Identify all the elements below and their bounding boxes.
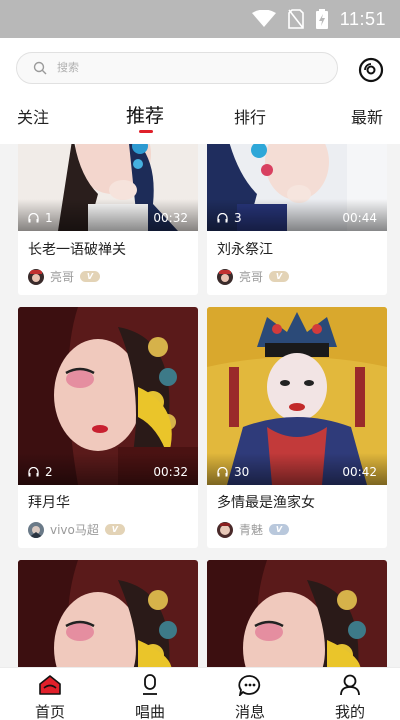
header: 搜索 关注 推荐 排行 最新 — [0, 38, 400, 144]
author-name: 青魅 — [239, 523, 264, 537]
video-title: 刘永祭江 — [217, 242, 273, 258]
duration: 00:44 — [342, 211, 377, 225]
video-card[interactable]: 3 00:44 刘永祭江 亮哥 V — [207, 144, 387, 295]
video-card[interactable]: 1 00:32 长老一语破禅关 亮哥 V — [18, 144, 198, 295]
search-icon — [33, 61, 47, 75]
headphones-icon — [217, 213, 228, 223]
avatar — [217, 521, 233, 538]
duration: 00:42 — [342, 465, 377, 479]
duration: 00:32 — [153, 211, 188, 225]
author-name: 亮哥 — [50, 270, 75, 284]
author-row: 亮哥 V — [217, 268, 290, 285]
nav-messages-label: 消息 — [234, 703, 265, 720]
headphones-icon — [28, 213, 39, 223]
headphones-icon — [217, 467, 228, 477]
video-thumbnail: 1 00:32 — [18, 144, 198, 231]
author-row: 青魅 V — [217, 521, 290, 538]
status-time: 11:51 — [339, 8, 386, 29]
nav-profile[interactable]: 我的 — [300, 668, 400, 720]
play-count: 3 — [234, 211, 242, 225]
video-title: 长老一语破禅关 — [28, 242, 126, 258]
author-name: vivo马超 — [50, 523, 99, 537]
active-tab-indicator — [139, 130, 153, 133]
bottom-nav: 首页 唱曲 消息 我的 — [0, 667, 400, 720]
tab-ranking[interactable]: 排行 — [234, 104, 266, 128]
microphone-icon — [143, 674, 157, 695]
tab-follow[interactable]: 关注 — [17, 104, 49, 128]
tab-recommend[interactable]: 推荐 — [126, 101, 164, 128]
verified-badge: V — [269, 271, 290, 282]
user-icon — [340, 674, 360, 696]
no-sim-icon — [287, 9, 304, 29]
nav-messages[interactable]: 消息 — [200, 668, 300, 720]
chat-bubble-icon — [238, 675, 261, 696]
home-icon — [39, 675, 61, 695]
video-thumbnail — [207, 560, 387, 667]
play-count: 1 — [45, 211, 53, 225]
tab-latest[interactable]: 最新 — [351, 104, 383, 128]
duration: 00:32 — [153, 465, 188, 479]
play-count: 2 — [45, 465, 53, 479]
nav-sing[interactable]: 唱曲 — [100, 668, 200, 720]
wifi-icon — [251, 10, 276, 27]
nav-home[interactable]: 首页 — [0, 668, 100, 720]
author-row: vivo马超 V — [28, 521, 125, 538]
verified-badge: V — [80, 271, 101, 282]
avatar — [217, 268, 233, 285]
video-card[interactable]: 30 00:42 多情最是渔家女 青魅 V — [207, 307, 387, 548]
record-disc-icon[interactable] — [358, 57, 384, 83]
verified-badge: V — [104, 524, 125, 535]
play-count: 30 — [234, 465, 250, 479]
headphones-icon — [28, 467, 39, 477]
video-thumbnail: 30 00:42 — [207, 307, 387, 485]
avatar — [28, 268, 44, 285]
search-placeholder: 搜索 — [57, 61, 79, 74]
author-name: 亮哥 — [239, 270, 264, 284]
video-card[interactable] — [18, 560, 198, 667]
tab-bar: 关注 推荐 排行 最新 — [0, 96, 400, 140]
author-row: 亮哥 V — [28, 268, 101, 285]
video-grid: 1 00:32 长老一语破禅关 亮哥 V 3 00:44 刘永祭江 亮哥 V 2… — [0, 144, 400, 667]
video-thumbnail: 2 00:32 — [18, 307, 198, 485]
search-input[interactable]: 搜索 — [16, 52, 338, 84]
video-thumbnail: 3 00:44 — [207, 144, 387, 231]
video-card[interactable] — [207, 560, 387, 667]
video-card[interactable]: 2 00:32 拜月华 vivo马超 V — [18, 307, 198, 548]
avatar — [28, 521, 44, 538]
video-title: 多情最是渔家女 — [217, 495, 315, 511]
status-bar: 11:51 — [0, 0, 400, 38]
nav-home-label: 首页 — [34, 703, 65, 720]
verified-badge: V — [269, 524, 290, 535]
video-title: 拜月华 — [28, 495, 70, 511]
nav-profile-label: 我的 — [334, 703, 365, 720]
video-thumbnail — [18, 560, 198, 667]
battery-charging-icon — [315, 9, 328, 29]
nav-sing-label: 唱曲 — [134, 703, 165, 720]
